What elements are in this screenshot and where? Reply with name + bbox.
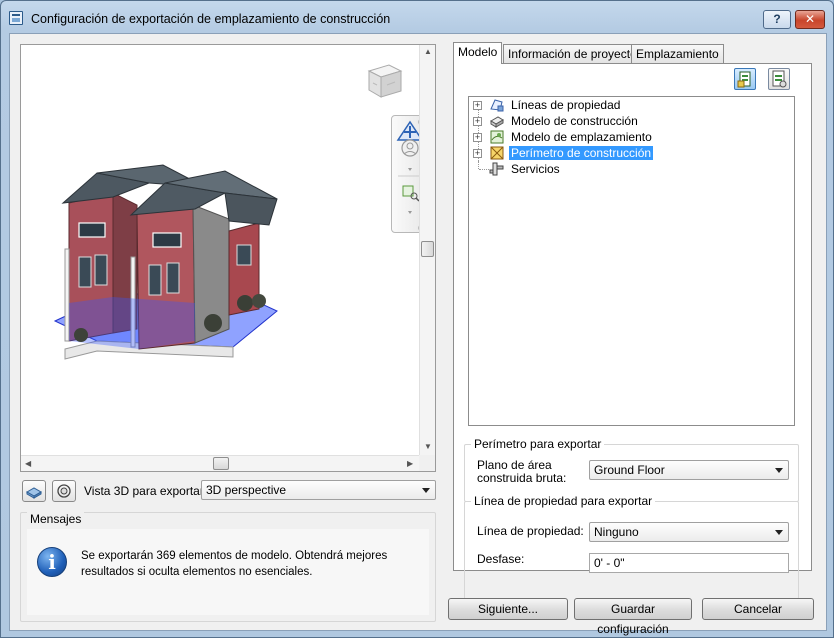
next-button[interactable]: Siguiente...	[448, 598, 568, 620]
building-model-icon	[490, 116, 504, 128]
tab-informacion-proyecto[interactable]: Información de proyecto	[503, 44, 642, 63]
perimeter-legend: Perímetro para exportar	[471, 437, 605, 451]
tree-label: Servicios	[511, 162, 560, 176]
tree-label: Modelo de construcción	[511, 114, 638, 128]
expand-icon[interactable]: +	[473, 133, 482, 142]
tree-label-selected: Perímetro de construcción	[509, 146, 654, 160]
tree-connector	[479, 169, 489, 170]
tree-item-perimetro-construccion[interactable]: + Perímetro de construcción	[469, 145, 794, 161]
view-mode-button[interactable]	[22, 480, 46, 502]
property-lines-icon	[490, 99, 504, 112]
building-3d-model[interactable]	[45, 153, 293, 363]
property-line-select[interactable]: Ninguno	[589, 522, 789, 542]
view-3d-select-value: 3D perspective	[206, 483, 287, 497]
scroll-right-arrow-icon[interactable]: ▶	[407, 459, 413, 468]
scroll-left-arrow-icon[interactable]: ◀	[25, 459, 31, 468]
check-list-icon	[737, 71, 751, 88]
tree-item-modelo-construccion[interactable]: + Modelo de construcción	[469, 113, 794, 129]
orbit-view-button[interactable]	[52, 480, 76, 502]
message-text: Se exportarán 369 elementos de modelo. O…	[81, 550, 388, 578]
scroll-up-arrow-icon[interactable]: ▲	[424, 47, 432, 56]
model-tab-panel: + Líneas de propiedad + Modelo de constr…	[453, 63, 812, 599]
export-dialog-window: Configuración de exportación de emplazam…	[0, 0, 834, 638]
building-perimeter-icon	[490, 146, 504, 160]
help-button[interactable]: ?	[763, 10, 791, 29]
services-icon	[489, 162, 504, 176]
scroll-down-arrow-icon[interactable]: ▼	[424, 442, 432, 451]
property-line-group: Línea de propiedad para exportar Línea d…	[464, 494, 799, 599]
close-button[interactable]: ✕	[795, 10, 825, 29]
property-line-legend: Línea de propiedad para exportar	[471, 494, 656, 508]
clear-list-icon	[772, 70, 787, 88]
cancel-button[interactable]: Cancelar	[702, 598, 814, 620]
save-configuration-button[interactable]: Guardar configuración	[574, 598, 692, 636]
viewer-horizontal-scrollbar[interactable]: ◀ ▶	[21, 455, 421, 471]
tree-label: Líneas de propiedad	[511, 98, 621, 112]
3d-box-icon	[25, 487, 43, 499]
gross-area-select[interactable]: Ground Floor	[589, 460, 789, 480]
uncheck-all-button[interactable]	[768, 68, 790, 90]
gross-area-label: Plano de área construida bruta:	[477, 458, 567, 485]
tree-item-modelo-emplazamiento[interactable]: + Modelo de emplazamiento	[469, 129, 794, 145]
property-line-label: Línea de propiedad:	[477, 524, 584, 538]
tab-emplazamiento[interactable]: Emplazamiento	[631, 44, 724, 63]
messages-legend: Mensajes	[27, 512, 85, 526]
check-all-button[interactable]	[734, 68, 756, 90]
viewcube-icon[interactable]	[361, 57, 407, 103]
site-model-icon	[490, 130, 504, 144]
title-bar[interactable]: Configuración de exportación de emplazam…	[1, 1, 833, 33]
viewer-vertical-scroll-thumb[interactable]	[421, 241, 434, 257]
tree-connector	[478, 161, 479, 169]
offset-input[interactable]: 0' - 0"	[589, 553, 789, 573]
tab-modelo[interactable]: Modelo	[453, 42, 503, 64]
info-icon: i	[37, 547, 67, 577]
viewer-horizontal-scroll-thumb[interactable]	[213, 457, 229, 470]
offset-label: Desfase:	[477, 552, 525, 566]
view-3d-select[interactable]: 3D perspective	[201, 480, 436, 500]
messages-group: Mensajes i Se exportarán 369 elementos d…	[20, 512, 436, 622]
expand-icon[interactable]: +	[473, 117, 482, 126]
chevron-down-icon	[775, 468, 783, 473]
property-line-value: Ninguno	[594, 525, 639, 539]
app-icon	[9, 11, 23, 25]
dialog-client-area: ▲ ▼ ◀ ▶ Vista 3D para exportar: 3D persp…	[9, 33, 827, 636]
chevron-down-icon	[422, 488, 430, 493]
expand-icon[interactable]: +	[473, 101, 482, 110]
chevron-down-icon	[775, 530, 783, 535]
tree-item-servicios[interactable]: Servicios	[469, 161, 794, 177]
orbit-icon	[57, 484, 71, 498]
window-title: Configuración de exportación de emplazam…	[31, 12, 391, 26]
element-tree[interactable]: + Líneas de propiedad + Modelo de constr…	[468, 96, 795, 426]
gross-area-value: Ground Floor	[594, 463, 665, 477]
tabs-area: Modelo Información de proyecto Emplazami…	[453, 42, 818, 599]
scrollbar-corner	[419, 455, 435, 471]
tree-item-lineas-propiedad[interactable]: + Líneas de propiedad	[469, 97, 794, 113]
tree-label: Modelo de emplazamiento	[511, 130, 652, 144]
3d-viewer[interactable]: ▲ ▼ ◀ ▶	[20, 44, 436, 472]
view-3d-label: Vista 3D para exportar:	[84, 484, 208, 498]
expand-icon[interactable]: +	[473, 149, 482, 158]
viewer-vertical-scrollbar[interactable]: ▲ ▼	[419, 45, 435, 455]
